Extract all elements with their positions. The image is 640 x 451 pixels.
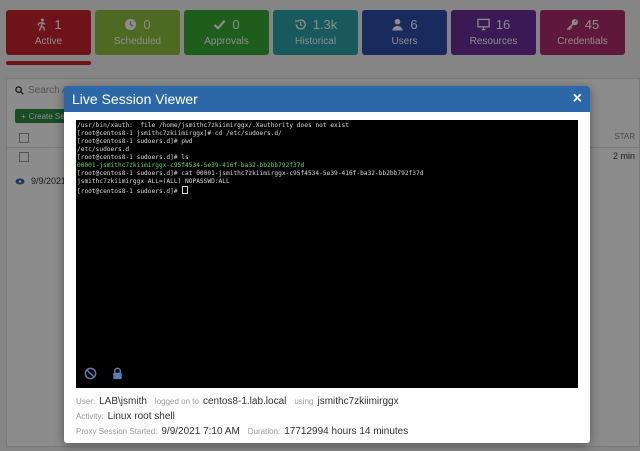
duration-value: 17712994 hours 14 minutes [284, 426, 409, 437]
terminal-line: [root@centos8-1 sudoers.d]# pwd [76, 138, 578, 146]
terminal-line: [root@centos8-1 jsmithc7zkiimirggx]# cd … [76, 130, 578, 138]
terminal-line: [root@centos8-1 sudoers.d]# ls [76, 154, 578, 162]
host-value: centos8-1.lab.local [202, 396, 287, 407]
terminal-line-text: jsmithc7zkiimirggx ALL=(ALL) NOPASSWD:AL… [77, 178, 230, 185]
terminal-line: [root@centos8-1 sudoers.d]# cat 00001-js… [76, 170, 578, 178]
user-key: User: [76, 397, 96, 406]
session-user-row: User: LAB\jsmith logged on to centos8-1.… [76, 396, 416, 411]
terminal-line-text: /usr/bin/xauth: file /home/jsmithc7zkiim… [77, 122, 349, 129]
terminal-cursor [182, 186, 189, 194]
terminal-line-text: [root@centos8-1 sudoers.d]# [77, 188, 182, 195]
terminal-line: [root@centos8-1 sudoers.d]# [76, 186, 578, 196]
terminal-line-text: [root@centos8-1 sudoers.d]# pwd [77, 138, 193, 145]
user-value: LAB\jsmith [99, 396, 147, 407]
using-key: using [294, 397, 314, 406]
close-button[interactable]: × [573, 91, 582, 107]
live-session-viewer-dialog: Live Session Viewer × /usr/bin/xauth: fi… [64, 86, 590, 443]
terminal-line-text: [root@centos8-1 sudoers.d]# cat 00001-js… [77, 170, 424, 177]
terminal-line: /etc/sudoers.d [76, 146, 578, 154]
session-activity-row: Activity: Linux root shell [76, 411, 416, 426]
session-info: User: LAB\jsmith logged on to centos8-1.… [76, 396, 416, 441]
lock-icon[interactable] [111, 367, 124, 380]
logged-on-key: logged on to [154, 397, 199, 406]
dialog-title: Live Session Viewer [72, 91, 198, 107]
terminal-line: jsmithc7zkiimirggx ALL=(ALL) NOPASSWD:AL… [76, 178, 578, 186]
terminal-line-text: [root@centos8-1 jsmithc7zkiimirggx]# cd … [77, 130, 282, 137]
terminal-line: /usr/bin/xauth: file /home/jsmithc7zkiim… [76, 122, 578, 130]
terminal-line-text: /etc/sudoers.d [77, 146, 130, 153]
duration-key: Duration: [247, 427, 281, 436]
account-value: jsmithc7zkiimirggx [317, 396, 399, 407]
terminal-line: 00001-jsmithc7zkiimirggx-c95f4534-5e39-4… [76, 162, 578, 170]
activity-key: Activity: [76, 412, 104, 421]
activity-value: Linux root shell [107, 411, 175, 422]
terminate-session-icon[interactable] [84, 367, 97, 380]
terminal-controls [84, 367, 124, 380]
started-key: Proxy Session Started: [76, 427, 158, 436]
terminal-view[interactable]: /usr/bin/xauth: file /home/jsmithc7zkiim… [76, 120, 578, 388]
terminal-line-text: 00001-jsmithc7zkiimirggx-c95f4534-5e39-4… [77, 162, 305, 169]
started-value: 9/9/2021 7:10 AM [161, 426, 240, 437]
terminal-line-text: [root@centos8-1 sudoers.d]# ls [77, 154, 189, 161]
dialog-header: Live Session Viewer × [64, 86, 590, 112]
session-started-row: Proxy Session Started: 9/9/2021 7:10 AM … [76, 426, 416, 441]
